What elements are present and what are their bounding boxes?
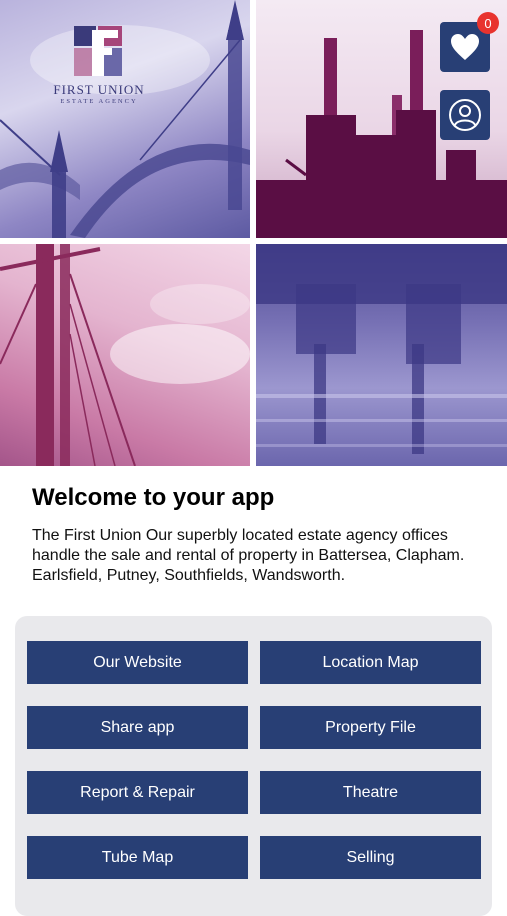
bridge-image: FIRST UNION ESTATE AGENCY: [0, 0, 250, 238]
logo-tagline: ESTATE AGENCY: [60, 98, 138, 105]
tube-map-button[interactable]: Tube Map: [27, 836, 248, 879]
suspension-bridge-image: [0, 244, 250, 466]
company-logo: FIRST UNION ESTATE AGENCY: [48, 24, 150, 108]
river-reflection-image: [256, 244, 507, 466]
hero-image-grid: FIRST UNION ESTATE AGENCY: [0, 0, 507, 466]
welcome-title: Welcome to your app: [32, 484, 275, 511]
selling-button[interactable]: Selling: [260, 836, 481, 879]
profile-button[interactable]: [440, 90, 490, 140]
heart-icon: [451, 34, 479, 60]
report-repair-button[interactable]: Report & Repair: [27, 771, 248, 814]
welcome-description: The First Union Our superbly located est…: [32, 527, 465, 584]
favourites-count-badge: 0: [477, 12, 499, 34]
logo-title: FIRST UNION: [53, 82, 145, 97]
share-app-button[interactable]: Share app: [27, 706, 248, 749]
logo-mark-icon: [74, 26, 122, 76]
theatre-button[interactable]: Theatre: [260, 771, 481, 814]
property-file-button[interactable]: Property File: [260, 706, 481, 749]
location-map-button[interactable]: Location Map: [260, 641, 481, 684]
our-website-button[interactable]: Our Website: [27, 641, 248, 684]
user-icon: [449, 99, 481, 131]
menu-panel: Our Website Location Map Share app Prope…: [15, 616, 492, 916]
